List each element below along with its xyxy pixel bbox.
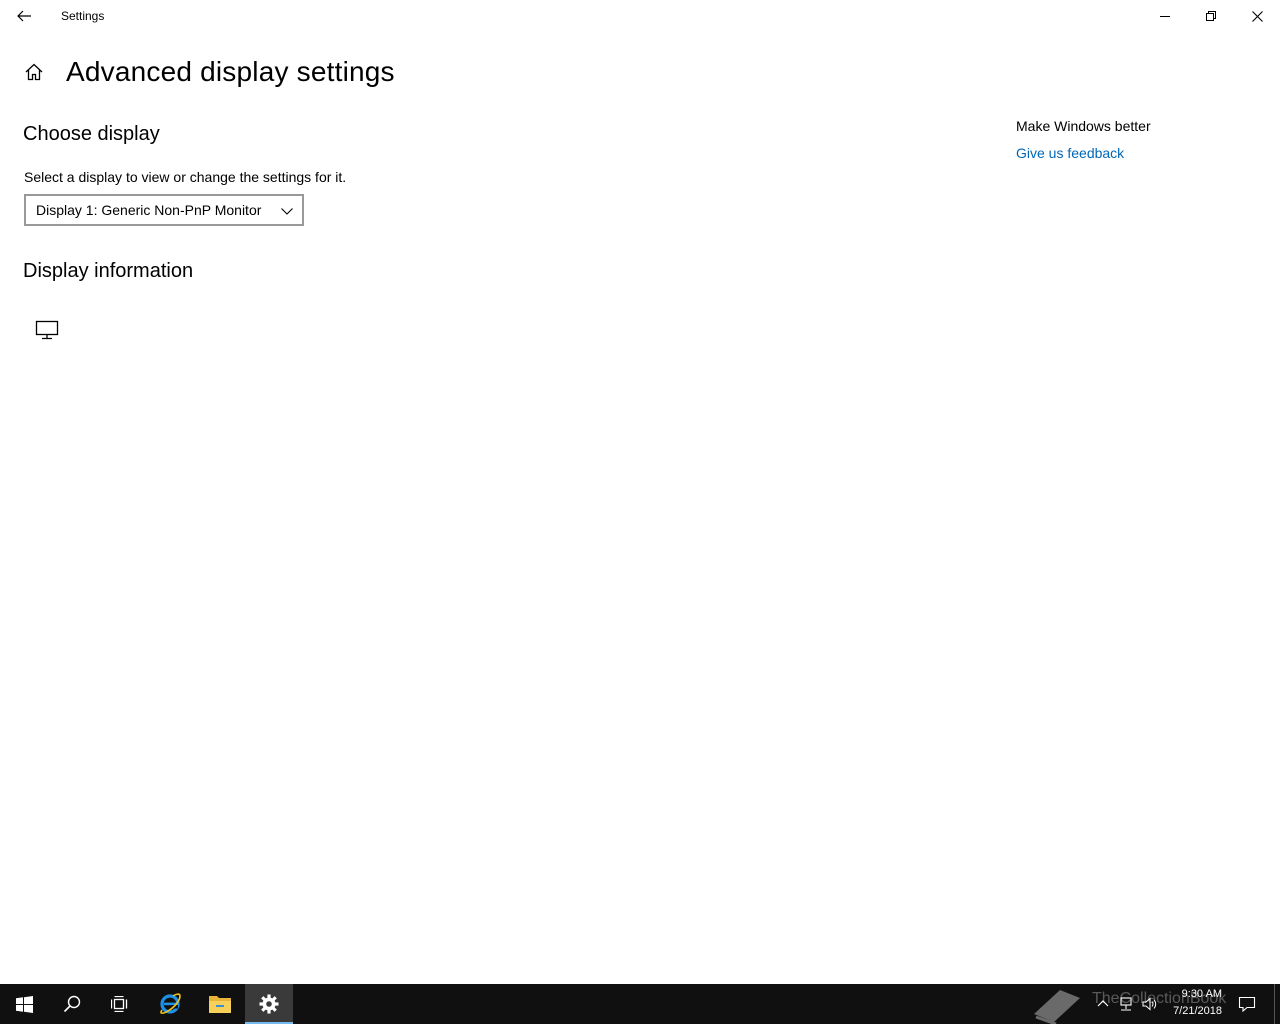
maximize-icon xyxy=(1206,11,1216,21)
search-icon xyxy=(63,995,81,1013)
home-button[interactable] xyxy=(22,60,46,84)
close-button[interactable] xyxy=(1234,0,1280,32)
back-button[interactable] xyxy=(0,0,48,32)
settings-window: Settings Advanced display settings Choos… xyxy=(0,0,1280,984)
show-desktop-button[interactable] xyxy=(1274,984,1280,1024)
file-explorer-button[interactable] xyxy=(196,984,244,1024)
back-icon xyxy=(17,10,31,22)
title-bar: Settings xyxy=(0,0,1280,32)
choose-display-heading: Choose display xyxy=(23,123,160,145)
search-button[interactable] xyxy=(48,984,96,1024)
page-title: Advanced display settings xyxy=(66,56,395,87)
chevron-down-icon xyxy=(281,208,293,215)
taskbar: TheCollectionBook 9:30 AM 7/21/2018 xyxy=(0,984,1280,1024)
ie-icon xyxy=(160,993,181,1014)
notification-icon[interactable] xyxy=(1238,996,1256,1012)
home-icon xyxy=(25,63,43,81)
choose-display-description: Select a display to view or change the s… xyxy=(24,169,347,185)
file-explorer-icon xyxy=(209,996,231,1013)
minimize-button[interactable] xyxy=(1142,0,1188,32)
chevron-up-icon[interactable] xyxy=(1095,996,1111,1012)
make-windows-better-title: Make Windows better xyxy=(1016,118,1151,134)
close-icon xyxy=(1251,10,1263,22)
window-title: Settings xyxy=(61,9,105,23)
clock-time[interactable]: 9:30 AM xyxy=(1172,988,1222,1000)
monitor-icon xyxy=(35,320,59,340)
windows-start-icon xyxy=(15,995,33,1013)
give-feedback-link[interactable]: Give us feedback xyxy=(1016,145,1124,161)
internet-explorer-button[interactable] xyxy=(146,984,194,1024)
display-select-dropdown[interactable]: Display 1: Generic Non-PnP Monitor xyxy=(24,194,304,226)
start-button[interactable] xyxy=(0,984,48,1024)
task-view-button[interactable] xyxy=(96,984,144,1024)
display-information-heading: Display information xyxy=(23,260,194,282)
settings-taskbar-button[interactable] xyxy=(245,984,293,1024)
network-icon[interactable] xyxy=(1118,996,1134,1012)
minimize-icon xyxy=(1160,16,1170,17)
volume-icon[interactable] xyxy=(1142,996,1158,1012)
maximize-button[interactable] xyxy=(1188,0,1234,32)
clock-date[interactable]: 7/21/2018 xyxy=(1168,1005,1222,1017)
settings-gear-icon xyxy=(259,994,279,1014)
display-select-value: Display 1: Generic Non-PnP Monitor xyxy=(36,202,262,218)
task-view-icon xyxy=(111,996,128,1012)
